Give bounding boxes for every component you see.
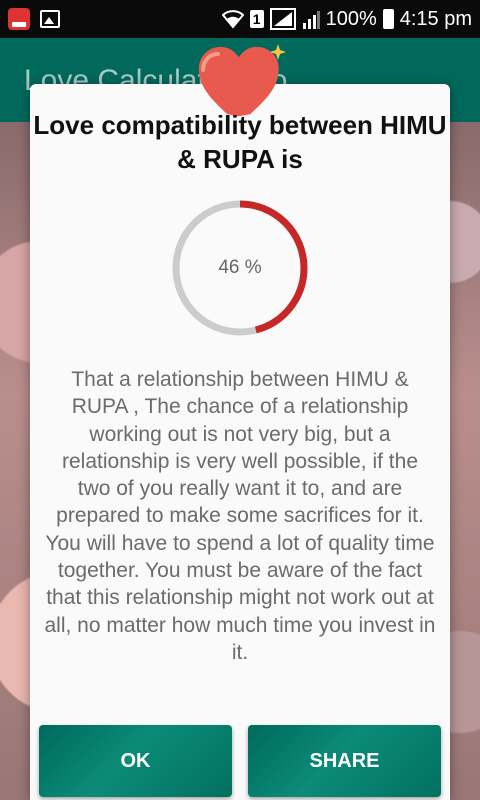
- sim-signal-icon: [269, 8, 296, 30]
- dialog-message: That a relationship between HIMU & RUPA …: [44, 368, 436, 664]
- compatibility-progress: 46 %: [171, 199, 309, 337]
- percentage-text: 46 %: [218, 257, 262, 278]
- share-button[interactable]: SHARE: [248, 725, 441, 797]
- battery-percent: 100%: [325, 7, 377, 30]
- ok-button[interactable]: OK: [39, 725, 232, 797]
- sim-slot-badge: 1: [249, 10, 264, 28]
- gallery-icon: [40, 10, 60, 28]
- app-notification-icon: [8, 8, 30, 30]
- dialog-title: Love compatibility between HIMU & RUPA i…: [33, 110, 447, 174]
- signal-icon: [302, 11, 320, 29]
- battery-charging-icon: [382, 9, 394, 29]
- status-bar: 1 100% 4:15 pm: [0, 0, 480, 38]
- clock: 4:15 pm: [399, 7, 472, 30]
- wifi-icon: [221, 10, 244, 29]
